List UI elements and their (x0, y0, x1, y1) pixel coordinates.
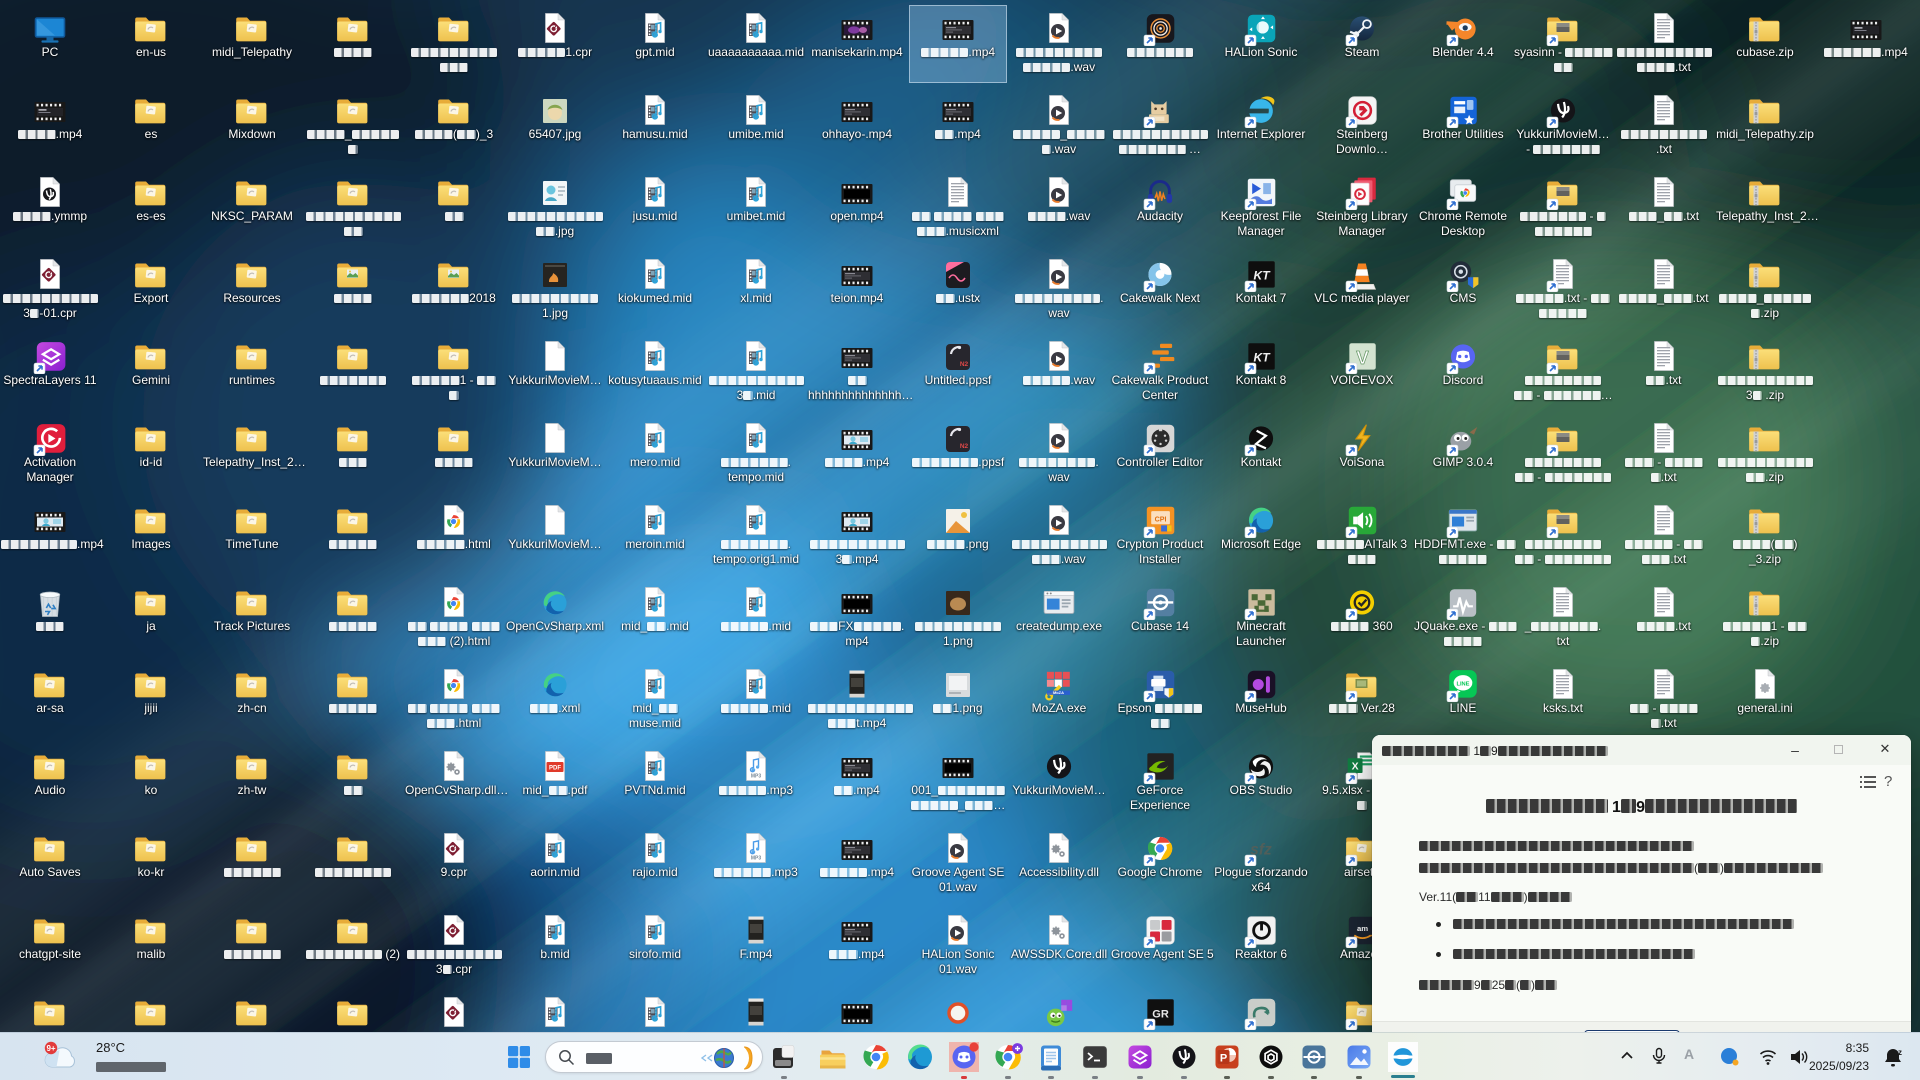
svg-text:z: z (1898, 1048, 1902, 1057)
svg-text:9+: 9+ (46, 1044, 55, 1053)
